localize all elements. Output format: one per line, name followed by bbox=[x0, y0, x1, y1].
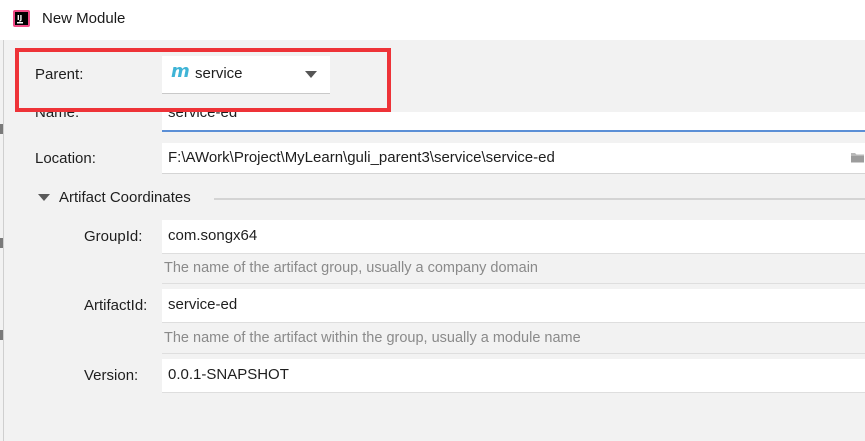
name-input[interactable]: service-ed bbox=[162, 112, 865, 132]
version-label: Version: bbox=[84, 367, 139, 384]
parent-dropdown[interactable]: m service bbox=[162, 56, 330, 94]
name-label: Name: bbox=[35, 110, 80, 121]
location-label: Location: bbox=[35, 150, 96, 167]
chevron-down-icon[interactable] bbox=[305, 71, 317, 78]
svg-text:IJ: IJ bbox=[17, 14, 22, 22]
divider bbox=[162, 353, 865, 354]
edge-mark bbox=[0, 124, 3, 134]
groupid-input[interactable]: com.songx64 bbox=[162, 220, 865, 254]
parent-value: service bbox=[195, 65, 243, 82]
section-title[interactable]: Artifact Coordinates bbox=[59, 189, 191, 206]
folder-icon[interactable] bbox=[850, 150, 865, 164]
groupid-label: GroupId: bbox=[84, 228, 143, 245]
groupid-hint: The name of the artifact group, usually … bbox=[164, 260, 538, 276]
artifactid-input[interactable]: service-ed bbox=[162, 289, 865, 323]
title-bar bbox=[0, 0, 865, 40]
dialog-title: New Module bbox=[42, 10, 126, 27]
version-input[interactable]: 0.0.1-SNAPSHOT bbox=[162, 359, 865, 393]
divider bbox=[162, 283, 865, 284]
location-input[interactable]: F:\AWork\Project\MyLearn\guli_parent3\se… bbox=[162, 143, 865, 174]
collapse-arrow-icon[interactable] bbox=[38, 194, 50, 201]
window-edge bbox=[3, 40, 4, 441]
intellij-idea-icon: IJ bbox=[13, 10, 30, 27]
artifactid-hint: The name of the artifact within the grou… bbox=[164, 330, 581, 346]
maven-module-icon: m bbox=[171, 61, 190, 82]
artifactid-label: ArtifactId: bbox=[84, 297, 148, 314]
edge-mark bbox=[0, 238, 3, 248]
edge-mark bbox=[0, 330, 3, 340]
parent-label: Parent: bbox=[35, 66, 84, 83]
section-divider bbox=[214, 198, 865, 200]
